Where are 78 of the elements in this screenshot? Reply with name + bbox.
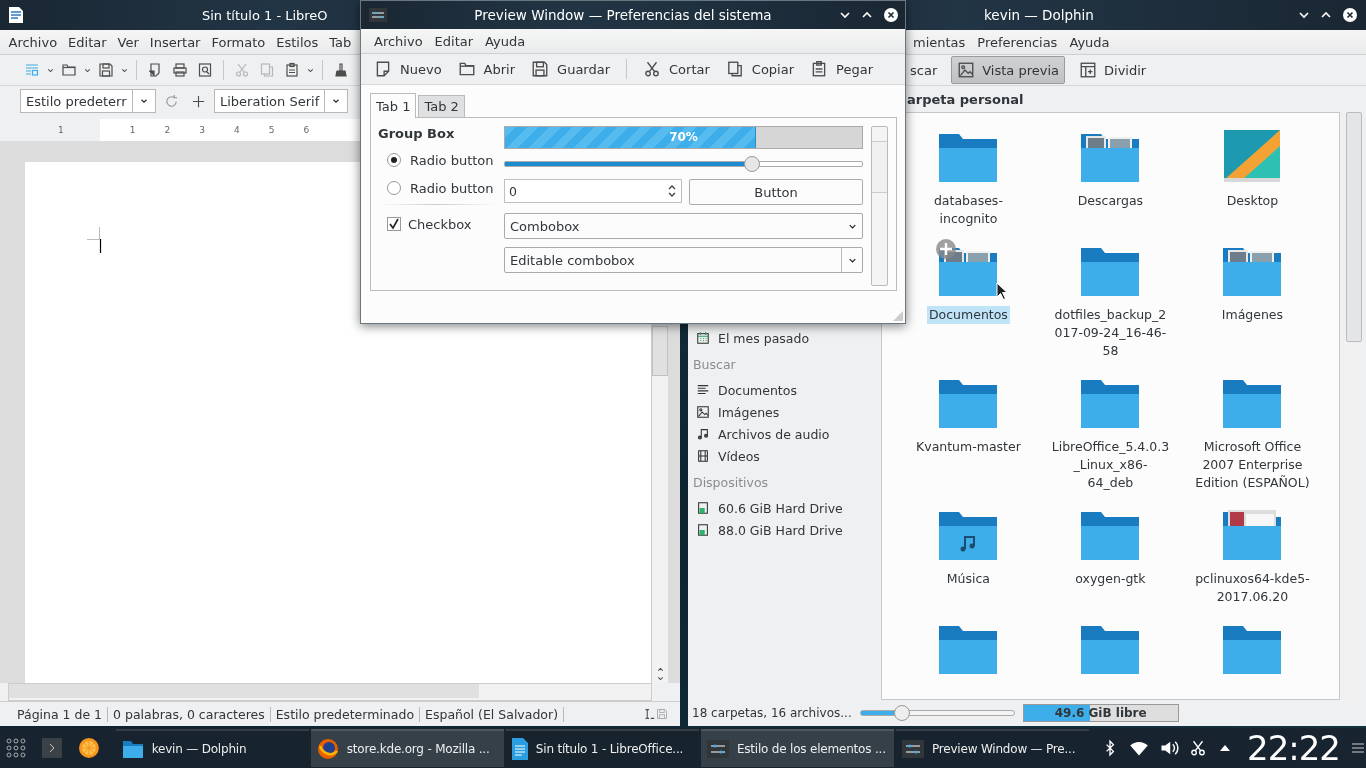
status-text: Página 1 de 1 [12, 706, 109, 722]
toolbar-button[interactable]: Nuevo [369, 60, 447, 78]
taskbar-task[interactable]: kevin — Dolphin [115, 729, 309, 767]
status-text: 18 carpetas, 16 archivos... [692, 706, 852, 720]
file-item[interactable]: Música [908, 506, 1029, 606]
status-text: Estilo predeterminado [270, 706, 421, 722]
taskbar-task[interactable]: Sin título 1 - LibreOffice... [505, 729, 699, 767]
progress-bar: 70% [504, 126, 863, 149]
combobox[interactable]: Combobox [504, 213, 863, 239]
clock[interactable]: 22:22 [1247, 728, 1340, 768]
file-item[interactable]: Descargas [1050, 128, 1171, 228]
window-title: Sin título 1 - LibreO [202, 7, 328, 23]
file-item[interactable]: Desktop [1192, 128, 1313, 228]
push-button[interactable]: Button [689, 179, 863, 205]
toolbar-button[interactable]: scar [904, 56, 944, 84]
menu-item[interactable]: Editar [429, 33, 479, 49]
font-name-field[interactable]: Liberation Serif [214, 89, 348, 113]
toolbar-button[interactable]: Abrir [452, 60, 521, 78]
toolbar-button[interactable]: Cortar [638, 60, 715, 78]
radio-button[interactable]: Radio button [378, 146, 496, 174]
taskbar-task[interactable]: Preview Window — Pre... [895, 729, 1089, 767]
menu-item[interactable]: Tab [324, 34, 356, 50]
menu-item[interactable]: Ayuda [1064, 34, 1115, 50]
file-item[interactable]: pclinuxos64-kde5-2017.06.20 [1192, 506, 1313, 606]
file-item[interactable]: Kvantum-master [908, 374, 1029, 492]
window-title: kevin — Dolphin [984, 7, 1094, 23]
paragraph-style-field[interactable]: Estilo predeterr [20, 89, 156, 113]
places-item[interactable]: Archivos de audio [688, 423, 880, 445]
places-item[interactable]: Imágenes [688, 401, 880, 423]
window-title: Preview Window — Preferencias del sistema [473, 7, 773, 23]
file-item[interactable]: databases-incognito [908, 128, 1029, 228]
spin-box[interactable]: 0 [504, 179, 682, 203]
checkbox[interactable]: Checkbox [378, 210, 496, 238]
menu-item[interactable]: Archivo [4, 34, 62, 50]
menu-item[interactable]: Preferencias [972, 34, 1063, 50]
taskbar-task[interactable]: Estilo de los elementos ... [700, 729, 894, 767]
status-text: 0 palabras, 0 caracteres [108, 706, 271, 722]
file-item[interactable]: oxygen-gtk [1050, 506, 1171, 606]
file-item[interactable]: Microsoft Office 2007 Enterprise Edition (ESPAÑOL) [1192, 374, 1313, 492]
menu-item[interactable]: Formato [206, 34, 270, 50]
group-box-title: Group Box [378, 126, 456, 143]
menu-item[interactable]: Insertar [145, 34, 205, 50]
places-item[interactable]: 88.0 GiB Hard Drive [688, 519, 880, 541]
places-heading: Buscar [692, 355, 737, 374]
ruler-number: 6 [303, 125, 310, 135]
toolbar-button[interactable]: Copiar [720, 60, 800, 78]
menu-item[interactable]: mientas [908, 34, 971, 50]
places-heading: Dispositivos [692, 473, 770, 492]
menu-item[interactable]: Estilos [271, 34, 323, 50]
editable-combobox[interactable]: Editable combobox [504, 247, 863, 273]
tab[interactable]: Tab 2 [418, 95, 465, 117]
toolbar-button[interactable]: Vista previa [951, 56, 1065, 84]
places-item[interactable]: Vídeos [688, 445, 880, 467]
places-item[interactable]: El mes pasado [688, 327, 880, 349]
location-title: arpeta personal [906, 90, 1025, 109]
toolbar-button[interactable]: Guardar [526, 60, 616, 78]
file-item[interactable]: Documentos [908, 242, 1029, 360]
file-item[interactable]: LibreOffice_5.4.0.3_Linux_x86-64_deb [1050, 374, 1171, 492]
radio-button[interactable]: Radio button [378, 174, 496, 202]
ruler-number: 5 [268, 125, 275, 135]
ruler-number: 2 [164, 125, 171, 135]
taskbar-task[interactable]: store.kde.org - Mozilla ... [310, 729, 504, 767]
menu-item[interactable]: Editar [63, 34, 112, 50]
menu-item[interactable]: Ayuda [480, 33, 531, 49]
ruler-number: 1 [129, 125, 136, 135]
places-item[interactable]: Documentos [688, 379, 880, 401]
ruler-number: 4 [233, 125, 240, 135]
places-item[interactable]: 60.6 GiB Hard Drive [688, 497, 880, 519]
ruler-number: 1 [58, 125, 64, 135]
status-text: Español (El Salvador) [420, 706, 564, 722]
ruler-number: 3 [199, 125, 205, 135]
menu-item[interactable]: Ver [113, 34, 144, 50]
toolbar-button[interactable]: Pegar [805, 60, 878, 78]
toolbar-button[interactable]: Dividir [1073, 56, 1153, 84]
menu-item[interactable]: Archivo [369, 33, 428, 49]
file-item[interactable]: Imágenes [1192, 242, 1313, 360]
tab[interactable]: Tab 1 [370, 93, 417, 118]
file-item[interactable]: dotfiles_backup_2017-09-24_16-46-58 [1050, 242, 1171, 360]
